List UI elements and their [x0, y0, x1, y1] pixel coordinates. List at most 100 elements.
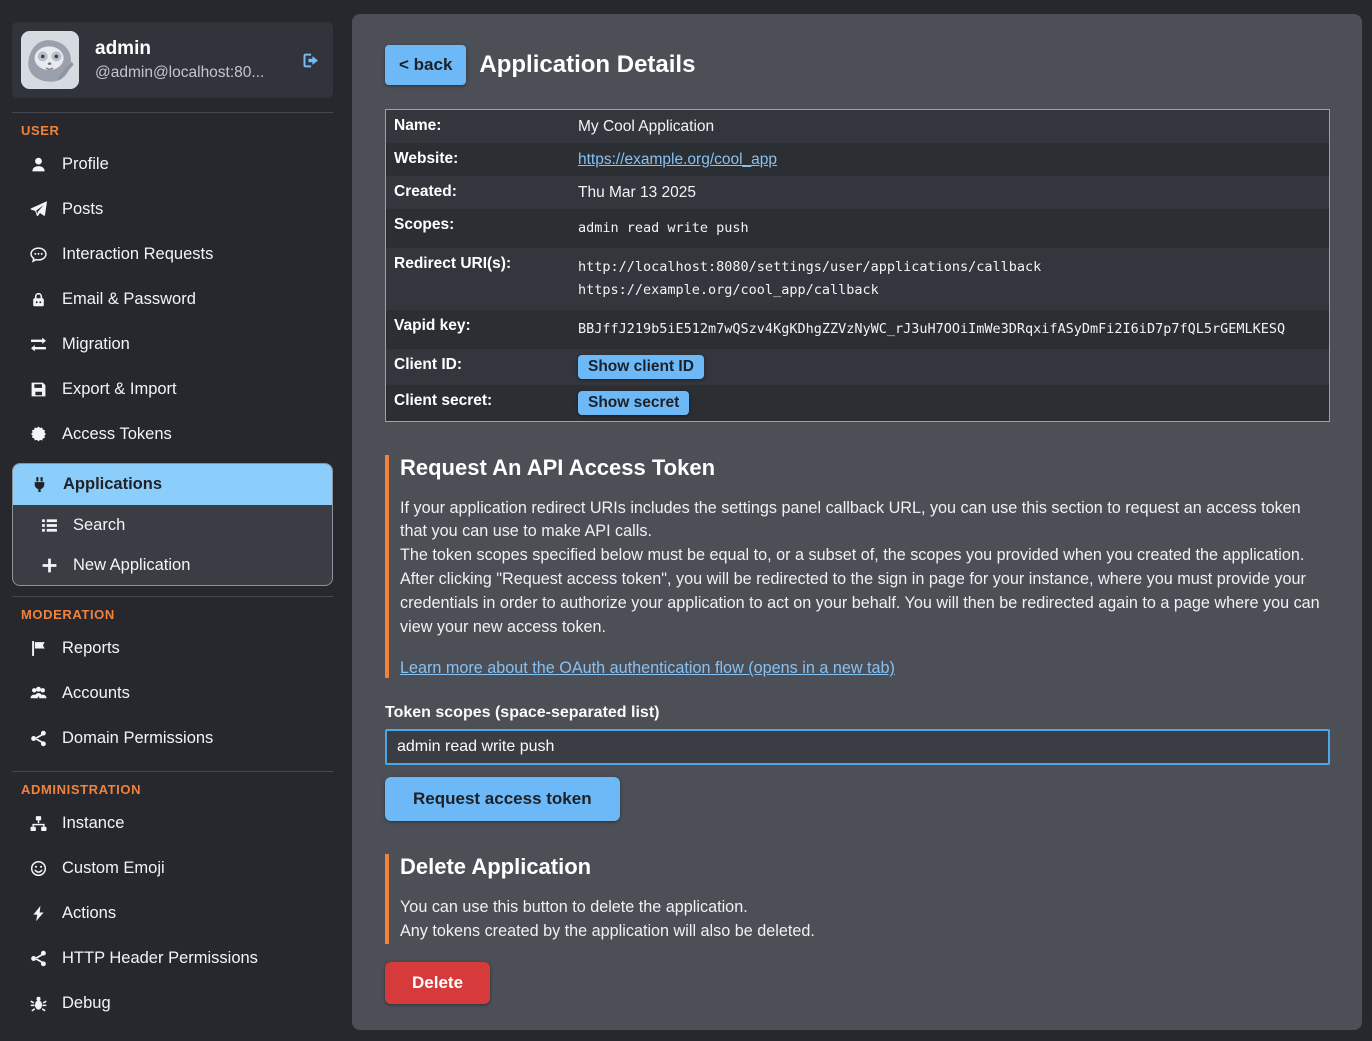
redirect-uri-1: http://localhost:8080/settings/user/appl…: [578, 256, 1041, 280]
row-value: My Cool Application: [578, 117, 714, 136]
table-row-client-id: Client ID: Show client ID: [386, 349, 1329, 385]
sidebar-item-label: Interaction Requests: [62, 245, 213, 264]
sidebar-item-label: Export & Import: [62, 380, 177, 399]
user-handle: @admin@localhost:80...: [95, 64, 302, 82]
sidebar-item-applications[interactable]: Applications: [13, 464, 332, 505]
row-label: Website:: [394, 150, 578, 168]
sidebar-item-label: Profile: [62, 155, 109, 174]
row-label: Scopes:: [394, 216, 578, 234]
avatar: [21, 31, 79, 89]
page-title: Application Details: [479, 51, 695, 79]
request-access-token-button[interactable]: Request access token: [385, 777, 620, 821]
bolt-icon: [30, 905, 47, 922]
application-details-table: Name: My Cool Application Website: https…: [385, 109, 1330, 422]
sloth-mascot-image: [21, 31, 79, 89]
sidebar-item-accounts[interactable]: Accounts: [10, 671, 335, 716]
sidebar-item-label: Posts: [62, 200, 103, 219]
sidebar-item-profile[interactable]: Profile: [10, 142, 335, 187]
share-nodes-icon: [30, 950, 47, 967]
request-token-paragraph-1: If your application redirect URIs includ…: [400, 497, 1329, 545]
delete-application-section: Delete Application You can use this butt…: [385, 854, 1329, 944]
sidebar-item-migration[interactable]: Migration: [10, 322, 335, 367]
user-icon: [30, 156, 47, 173]
sidebar: admin @admin@localhost:80... USER Profil…: [0, 0, 345, 1041]
delete-line-1: You can use this button to delete the ap…: [400, 896, 1329, 920]
show-secret-button[interactable]: Show secret: [578, 391, 689, 415]
face-smile-icon: [30, 860, 47, 877]
row-label: Vapid key:: [394, 317, 578, 335]
page-header: < back Application Details: [385, 45, 1329, 85]
users-icon: [30, 685, 47, 702]
request-token-section: Request An API Access Token If your appl…: [385, 455, 1329, 679]
delete-line-2: Any tokens created by the application wi…: [400, 920, 1329, 944]
sidebar-item-reports[interactable]: Reports: [10, 626, 335, 671]
row-value: BBJffJ219b5iE512m7wQSzv4KgKDhgZZVzNyWC_r…: [578, 317, 1285, 342]
user-card[interactable]: admin @admin@localhost:80...: [12, 22, 333, 98]
right-left-arrows-icon: [30, 336, 47, 353]
table-row-name: Name: My Cool Application: [386, 110, 1329, 143]
sidebar-item-posts[interactable]: Posts: [10, 187, 335, 232]
user-name: admin: [95, 38, 302, 60]
sidebar-item-label: Migration: [62, 335, 130, 354]
comment-dots-icon: [30, 246, 47, 263]
show-client-id-button[interactable]: Show client ID: [578, 355, 704, 379]
applications-group: Applications Search New Application: [12, 463, 333, 586]
delete-button[interactable]: Delete: [385, 962, 490, 1004]
row-value: admin read write push: [578, 216, 749, 241]
applications-submenu: Search New Application: [13, 505, 332, 585]
sidebar-divider: [12, 112, 333, 113]
website-link[interactable]: https://example.org/cool_app: [578, 150, 777, 169]
submenu-item-label: Search: [73, 516, 125, 535]
submenu-item-new-application[interactable]: New Application: [13, 545, 332, 585]
sidebar-item-label: Accounts: [62, 684, 130, 703]
sign-out-icon[interactable]: [302, 52, 319, 69]
request-token-title: Request An API Access Token: [400, 455, 1329, 481]
sidebar-item-label: Domain Permissions: [62, 729, 213, 748]
row-label: Name:: [394, 117, 578, 135]
oauth-docs-link[interactable]: Learn more about the OAuth authenticatio…: [400, 659, 895, 678]
main-panel: < back Application Details Name: My Cool…: [352, 14, 1362, 1030]
table-row-vapid-key: Vapid key: BBJffJ219b5iE512m7wQSzv4KgKDh…: [386, 310, 1329, 349]
sidebar-item-custom-emoji[interactable]: Custom Emoji: [10, 846, 335, 891]
row-label: Client secret:: [394, 392, 578, 410]
sidebar-item-label: HTTP Header Permissions: [62, 949, 258, 968]
sidebar-item-label: Applications: [63, 475, 162, 494]
sidebar-item-export-import[interactable]: Export & Import: [10, 367, 335, 412]
sidebar-item-http-header-permissions[interactable]: HTTP Header Permissions: [10, 936, 335, 981]
token-scopes-input[interactable]: [385, 729, 1330, 765]
sidebar-item-label: Email & Password: [62, 290, 196, 309]
user-meta: admin @admin@localhost:80...: [95, 38, 302, 82]
row-value: Thu Mar 13 2025: [578, 183, 696, 202]
sidebar-divider: [12, 771, 333, 772]
section-label-user: USER: [21, 123, 335, 138]
request-token-paragraph-3: After clicking "Request access token", y…: [400, 568, 1329, 639]
sidebar-item-label: Instance: [62, 814, 124, 833]
row-value: http://localhost:8080/settings/user/appl…: [578, 255, 1041, 303]
sitemap-icon: [30, 815, 47, 832]
row-label: Redirect URI(s):: [394, 255, 578, 273]
sidebar-item-email-password[interactable]: Email & Password: [10, 277, 335, 322]
back-button[interactable]: < back: [385, 45, 466, 85]
submenu-item-search[interactable]: Search: [13, 505, 332, 545]
submenu-item-label: New Application: [73, 556, 190, 575]
sidebar-item-debug[interactable]: Debug: [10, 981, 335, 1026]
table-row-created: Created: Thu Mar 13 2025: [386, 176, 1329, 209]
floppy-disk-icon: [30, 381, 47, 398]
sidebar-item-access-tokens[interactable]: Access Tokens: [10, 412, 335, 457]
plug-icon: [31, 476, 48, 493]
sidebar-item-label: Access Tokens: [62, 425, 172, 444]
sidebar-item-interaction-requests[interactable]: Interaction Requests: [10, 232, 335, 277]
sidebar-item-actions[interactable]: Actions: [10, 891, 335, 936]
sidebar-item-label: Debug: [62, 994, 111, 1013]
certificate-icon: [30, 426, 47, 443]
sidebar-item-instance[interactable]: Instance: [10, 801, 335, 846]
paper-plane-icon: [30, 201, 47, 218]
row-label: Created:: [394, 183, 578, 201]
bug-icon: [30, 995, 47, 1012]
table-row-redirect-uris: Redirect URI(s): http://localhost:8080/s…: [386, 248, 1329, 310]
list-icon: [41, 517, 58, 534]
request-token-paragraph-2: The token scopes specified below must be…: [400, 544, 1329, 568]
sidebar-item-label: Actions: [62, 904, 116, 923]
flag-icon: [30, 640, 47, 657]
sidebar-item-domain-permissions[interactable]: Domain Permissions: [10, 716, 335, 761]
